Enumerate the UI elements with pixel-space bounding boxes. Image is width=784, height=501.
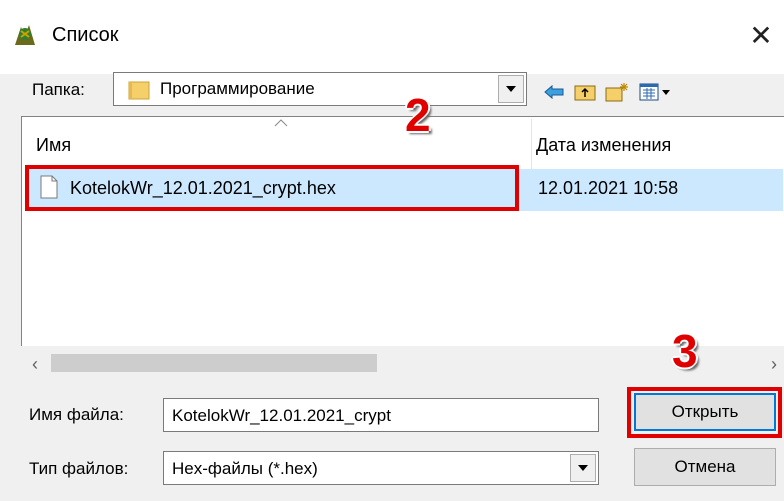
chevron-down-icon [506,86,516,92]
view-menu-icon [639,83,670,101]
new-folder-icon [605,83,628,102]
open-button[interactable]: Открыть [634,393,776,431]
filename-input[interactable]: KotelokWr_12.01.2021_crypt [163,398,599,432]
folder-dropdown-arrow[interactable] [498,75,524,103]
horizontal-scrollbar[interactable]: ‹ › [21,346,784,380]
app-icon [15,25,35,45]
new-folder-button[interactable] [604,80,630,104]
column-header-name[interactable]: Имя [36,135,71,156]
chevron-down-icon [578,465,588,471]
step-3-marker: 3 [672,325,698,377]
filetype-dropdown-arrow[interactable] [570,454,596,482]
filetype-dropdown[interactable]: Hex-файлы (*.hex) [163,451,599,485]
up-folder-button[interactable] [572,80,598,104]
chevron-right-icon: › [771,353,777,374]
window-title: Список [52,24,119,46]
sort-up-icon [274,119,288,127]
step-2-marker: 2 [405,89,431,141]
file-date: 12.01.2021 10:58 [538,178,679,198]
folder-dropdown[interactable]: Программирование [113,72,527,106]
up-folder-icon [574,85,596,101]
folder-icon [128,81,150,100]
column-divider[interactable] [531,119,532,169]
cancel-button[interactable]: Отмена [634,448,776,486]
file-row[interactable]: KotelokWr_12.01.2021_crypt.hex 12.01.202… [26,169,783,211]
filetype-label: Тип файлов: [29,459,129,478]
scroll-left-button[interactable]: ‹ [25,354,45,374]
folder-value: Программирование [160,79,315,98]
file-list[interactable]: Имя Дата изменения KotelokWr_12.01.2021_… [21,116,784,380]
filename-label: Имя файла: [29,405,124,424]
back-button[interactable] [541,80,567,104]
folder-label: Папка: [32,80,85,99]
view-menu-button[interactable] [636,80,674,104]
chevron-left-icon: ‹ [32,353,38,374]
scroll-thumb[interactable] [51,354,377,372]
title-bar: Список ✕ [0,0,784,74]
file-icon [40,175,58,199]
close-button[interactable]: ✕ [738,14,784,56]
scroll-right-button[interactable]: › [764,354,784,374]
filetype-value: Hex-файлы (*.hex) [172,459,318,478]
close-icon: ✕ [749,19,773,51]
back-arrow-icon [544,84,564,100]
column-header-date[interactable]: Дата изменения [536,135,671,156]
file-name: KotelokWr_12.01.2021_crypt.hex [70,178,336,198]
